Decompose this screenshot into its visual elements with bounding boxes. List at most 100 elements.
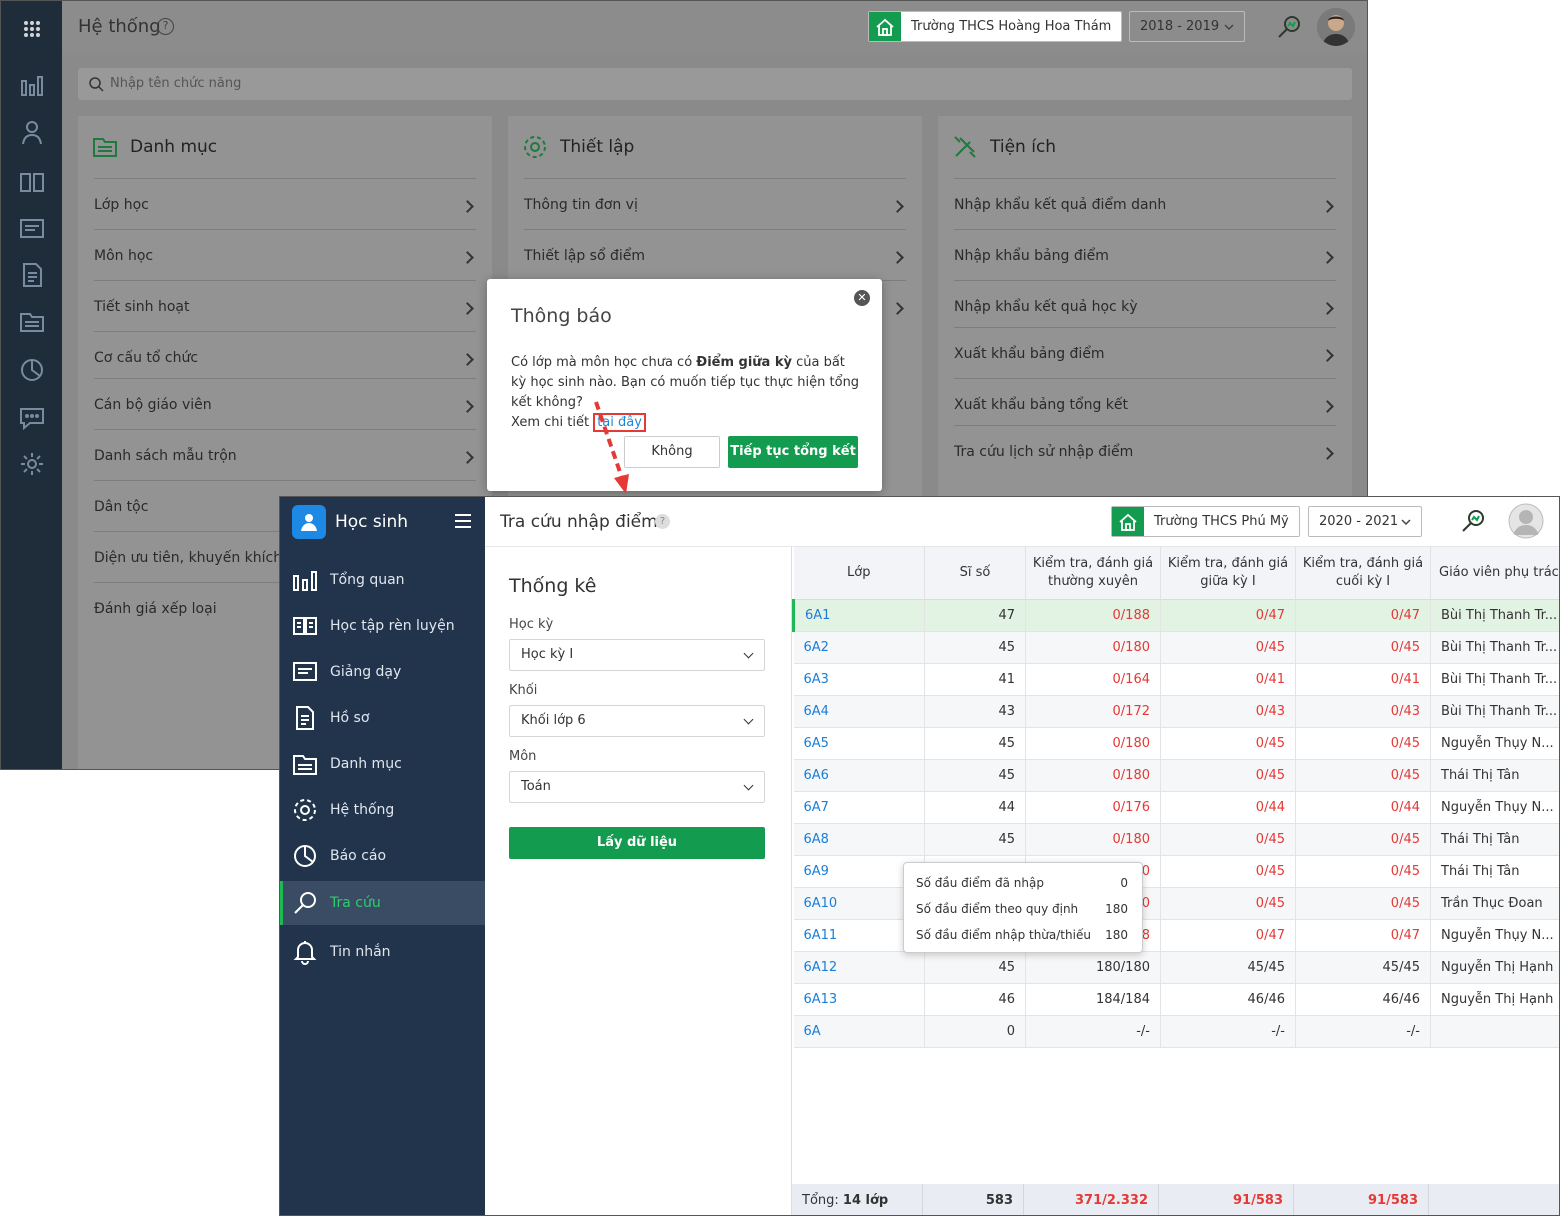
- board-icon[interactable]: [18, 215, 46, 243]
- col-header[interactable]: Kiểm tra, đánh giá giữa kỳ I: [1160, 547, 1296, 600]
- sidebar-item-tin-nhan[interactable]: Tin nhắn: [280, 930, 485, 974]
- class-link[interactable]: 6A1: [792, 599, 925, 632]
- chevron-right-icon: [461, 400, 474, 413]
- score-final: 0/45: [1295, 727, 1431, 760]
- class-link[interactable]: 6A6: [793, 759, 925, 792]
- class-link[interactable]: 6A8: [793, 823, 925, 856]
- chart-icon[interactable]: [18, 71, 46, 99]
- col-header[interactable]: Kiểm tra, đánh giá thường xuyên: [1025, 547, 1161, 600]
- score-regular: 0/176: [1025, 791, 1161, 824]
- sidebar-item-bao-cao[interactable]: Báo cáo: [280, 834, 485, 878]
- class-link[interactable]: 6A3: [793, 663, 925, 696]
- chat-icon[interactable]: [18, 404, 46, 432]
- menu-item[interactable]: Nhập khẩu kết quả học kỳ: [954, 280, 1336, 331]
- sidebar-item-tra-cuu[interactable]: Tra cứu: [280, 881, 485, 925]
- table-row[interactable]: 6A7 44 0/176 0/44 0/44 Nguyễn Thụy N...: [793, 791, 1559, 824]
- col-header[interactable]: Giáo viên phụ trác: [1430, 547, 1559, 600]
- menu-item[interactable]: Danh sách mẫu trộn: [94, 429, 476, 480]
- score-midterm: 0/41: [1160, 663, 1296, 696]
- col-header[interactable]: Kiểm tra, đánh giá cuối kỳ I: [1295, 547, 1431, 600]
- table-row[interactable]: 6A13 46 184/184 46/46 46/46 Nguyễn Thị Hạnh: [793, 983, 1559, 1016]
- sidebar-item-tong-quan[interactable]: Tổng quan: [280, 558, 485, 602]
- year-selector[interactable]: 2020 - 2021: [1308, 506, 1422, 537]
- search-stats-icon[interactable]: [1275, 13, 1303, 41]
- year-selector[interactable]: 2018 - 2019: [1129, 11, 1245, 42]
- menu-item[interactable]: Xuất khẩu bảng tổng kết: [954, 378, 1336, 429]
- teacher-icon[interactable]: [18, 118, 46, 146]
- document-icon[interactable]: [18, 261, 46, 289]
- class-link[interactable]: 6A: [793, 1015, 925, 1048]
- chevron-down-icon: [743, 648, 754, 659]
- table-row[interactable]: 6A 0 -/- -/- -/-: [793, 1015, 1559, 1048]
- table-row[interactable]: 6A8 45 0/180 0/45 0/45 Thái Thị Tân: [793, 823, 1559, 856]
- menu-item[interactable]: Thiết lập sổ điểm: [524, 229, 906, 280]
- notification-dialog: Thông báo ✕ Có lớp mà môn học chưa có Đi…: [487, 279, 882, 491]
- menu-item[interactable]: Tra cứu lịch sử nhập điểm: [954, 425, 1336, 476]
- card-title: Tiện ích: [990, 137, 1057, 157]
- apps-grid-icon[interactable]: [18, 15, 46, 43]
- book-icon[interactable]: [18, 168, 46, 196]
- sidebar-item-hoc-tap[interactable]: Học tập rèn luyện: [280, 604, 485, 648]
- avatar[interactable]: [1508, 503, 1544, 539]
- school-selector[interactable]: Trường THCS Hoàng Hoa Thám: [868, 11, 1123, 42]
- score-midterm: 0/45: [1160, 823, 1296, 856]
- help-icon[interactable]: ?: [655, 514, 670, 529]
- score-regular: 0/172: [1025, 695, 1161, 728]
- function-search-input[interactable]: Nhập tên chức năng: [78, 68, 1352, 100]
- class-link[interactable]: 6A2: [793, 631, 925, 664]
- menu-item[interactable]: Xuất khẩu bảng điểm: [954, 327, 1336, 378]
- menu-item[interactable]: Môn học: [94, 229, 476, 280]
- school-selector[interactable]: Trường THCS Phú Mỹ: [1111, 506, 1300, 537]
- close-icon[interactable]: ✕: [854, 290, 870, 306]
- document-icon: [292, 705, 318, 731]
- class-link[interactable]: 6A4: [793, 695, 925, 728]
- col-header[interactable]: Sĩ số: [924, 547, 1026, 600]
- class-size: 46: [924, 983, 1026, 1016]
- term-select[interactable]: Học kỳ I: [509, 639, 765, 671]
- menu-item[interactable]: Tiết sinh hoạt: [94, 280, 476, 331]
- avatar[interactable]: [1317, 8, 1355, 46]
- gear-icon[interactable]: [18, 450, 46, 478]
- sidebar-item-giang-day[interactable]: Giảng dạy: [280, 650, 485, 694]
- stats-title: Thống kê: [509, 575, 597, 597]
- chevron-right-icon: [891, 200, 904, 213]
- menu-toggle-icon[interactable]: [455, 514, 471, 528]
- table-row[interactable]: 6A12 45 180/180 45/45 45/45 Nguyễn Thị Hạnh: [793, 951, 1559, 984]
- subject-select[interactable]: Toán: [509, 771, 765, 803]
- card-title: Danh mục: [130, 137, 218, 157]
- class-link[interactable]: 6A7: [793, 791, 925, 824]
- grade-select[interactable]: Khối lớp 6: [509, 705, 765, 737]
- chevron-down-icon: [1224, 23, 1234, 30]
- help-icon[interactable]: ?: [157, 18, 174, 35]
- fetch-data-button[interactable]: Lấy dữ liệu: [509, 827, 765, 859]
- brand: Học sinh: [292, 505, 408, 539]
- class-link[interactable]: 6A5: [793, 727, 925, 760]
- continue-summary-button[interactable]: Tiếp tục tổng kết: [728, 436, 858, 468]
- sidebar-item-danh-muc[interactable]: Danh mục: [280, 742, 485, 786]
- pie-icon[interactable]: [18, 356, 46, 384]
- pointer-arrow: [594, 401, 629, 494]
- class-link[interactable]: 6A13: [793, 983, 925, 1016]
- table-row[interactable]: 6A4 43 0/172 0/43 0/43 Bùi Thị Thanh Tr...: [793, 695, 1559, 728]
- col-header[interactable]: Lớp: [793, 547, 925, 600]
- table-row[interactable]: 6A1 47 0/188 0/47 0/47 Bùi Thị Thanh Tr...: [792, 599, 1559, 632]
- sidebar-item-ho-so[interactable]: Hồ sơ: [280, 696, 485, 740]
- sidebar-item-he-thong[interactable]: Hệ thống: [280, 788, 485, 832]
- footer-empty: [1429, 1184, 1559, 1215]
- table-row[interactable]: 6A5 45 0/180 0/45 0/45 Nguyễn Thụy N...: [793, 727, 1559, 760]
- dialog-message: Có lớp mà môn học chưa có Điểm giữa kỳ c…: [511, 355, 860, 432]
- menu-item[interactable]: Lớp học: [94, 178, 476, 229]
- search-icon: [292, 890, 318, 916]
- folder-icon[interactable]: [18, 307, 46, 335]
- search-stats-icon[interactable]: [1459, 507, 1487, 535]
- menu-item[interactable]: Cán bộ giáo viên: [94, 378, 476, 429]
- menu-item[interactable]: Nhập khẩu bảng điểm: [954, 229, 1336, 280]
- class-link[interactable]: 6A12: [793, 951, 925, 984]
- menu-item[interactable]: Nhập khẩu kết quả điểm danh: [954, 178, 1336, 229]
- table-row[interactable]: 6A3 41 0/164 0/41 0/41 Bùi Thị Thanh Tr...: [793, 663, 1559, 696]
- menu-item[interactable]: Cơ cấu tổ chức: [94, 331, 476, 382]
- table-row[interactable]: 6A6 45 0/180 0/45 0/45 Thái Thị Tân: [793, 759, 1559, 792]
- menu-item[interactable]: Thông tin đơn vị: [524, 178, 906, 229]
- table-row[interactable]: 6A2 45 0/180 0/45 0/45 Bùi Thị Thanh Tr...: [793, 631, 1559, 664]
- chevron-down-icon: [1401, 518, 1411, 525]
